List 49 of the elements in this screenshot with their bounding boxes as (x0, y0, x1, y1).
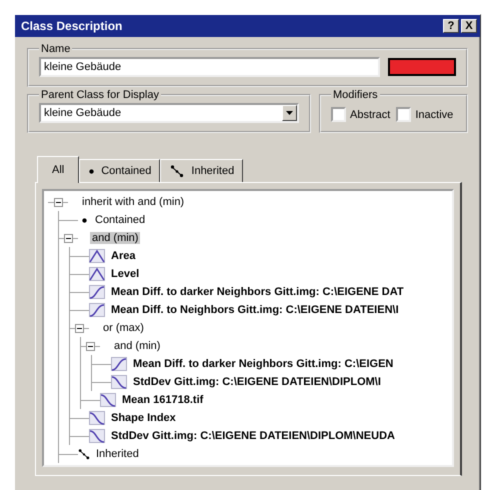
falling-curve-icon (100, 393, 116, 407)
tree-item[interactable]: Contained (93, 214, 148, 226)
close-button[interactable]: X (461, 19, 477, 33)
window-title: Class Description (21, 19, 124, 33)
group-label: Parent Class for Display (40, 89, 160, 101)
tree-item[interactable]: Area (109, 250, 138, 262)
triangle-curve-icon (89, 249, 105, 263)
tree-item[interactable]: Mean Diff. to darker Neighbors Gitt.img: C:\EIGENE DAT (109, 286, 406, 298)
tree-item[interactable]: Mean Diff. to darker Neighbors Gitt.img: C:\EIGEN (131, 358, 396, 370)
rising-curve-icon (89, 285, 105, 299)
dotted-line-icon (78, 448, 90, 460)
falling-curve-icon (89, 429, 105, 443)
tree-item[interactable]: Inherited (94, 448, 141, 460)
bullet-icon (81, 216, 88, 224)
tab[interactable]: Inherited (160, 159, 244, 182)
name-field[interactable]: kleine Gebäude (39, 57, 380, 77)
collapse-toggle[interactable] (54, 198, 62, 206)
dotted-line-icon (169, 164, 186, 178)
checkbox-label: Abstract (350, 108, 390, 120)
bullet-icon (88, 168, 96, 174)
parent-class-dropdown[interactable]: kleine Gebäude (39, 103, 299, 123)
collapse-toggle[interactable] (86, 342, 94, 350)
tab[interactable]: Contained (79, 159, 160, 182)
falling-curve-icon (111, 375, 127, 389)
collapse-toggle[interactable] (74, 324, 84, 332)
tab[interactable]: All (37, 156, 80, 183)
checkbox-label: Inactive (415, 108, 454, 120)
tree-item[interactable]: StdDev Gitt.img: C:\EIGENE DATEIEN\DIPLOM\I (131, 376, 383, 388)
falling-curve-icon (89, 411, 105, 425)
help-button[interactable]: ? (443, 19, 459, 33)
tree-item[interactable]: Mean 161718.tif (120, 394, 206, 406)
color-swatch[interactable] (388, 58, 456, 76)
tree-item[interactable]: Shape Index (109, 412, 178, 424)
tree-item[interactable]: Level (109, 268, 142, 280)
group-label: Name (40, 43, 72, 55)
tree-item[interactable]: and (min) (90, 232, 140, 244)
group-label: Modifiers (332, 89, 379, 101)
collapse-toggle[interactable] (64, 234, 72, 242)
rising-curve-icon (111, 357, 127, 371)
checkbox[interactable] (396, 107, 412, 122)
checkbox[interactable] (331, 107, 346, 122)
tree-item[interactable]: and (min) (112, 340, 162, 352)
triangle-curve-icon (89, 267, 105, 281)
tree-item[interactable]: inherit with and (min) (80, 196, 186, 208)
dropdown-arrow-icon (286, 111, 293, 115)
tree-item[interactable]: StdDev Gitt.img: C:\EIGENE DATEIEN\DIPLOM\NEUDA (109, 430, 397, 442)
tree-item[interactable]: Mean Diff. to Neighbors Gitt.img: C:\EIGENE DATEIEN\I (109, 304, 401, 316)
tree-item[interactable]: or (max) (101, 322, 146, 334)
rising-curve-icon (89, 303, 105, 317)
